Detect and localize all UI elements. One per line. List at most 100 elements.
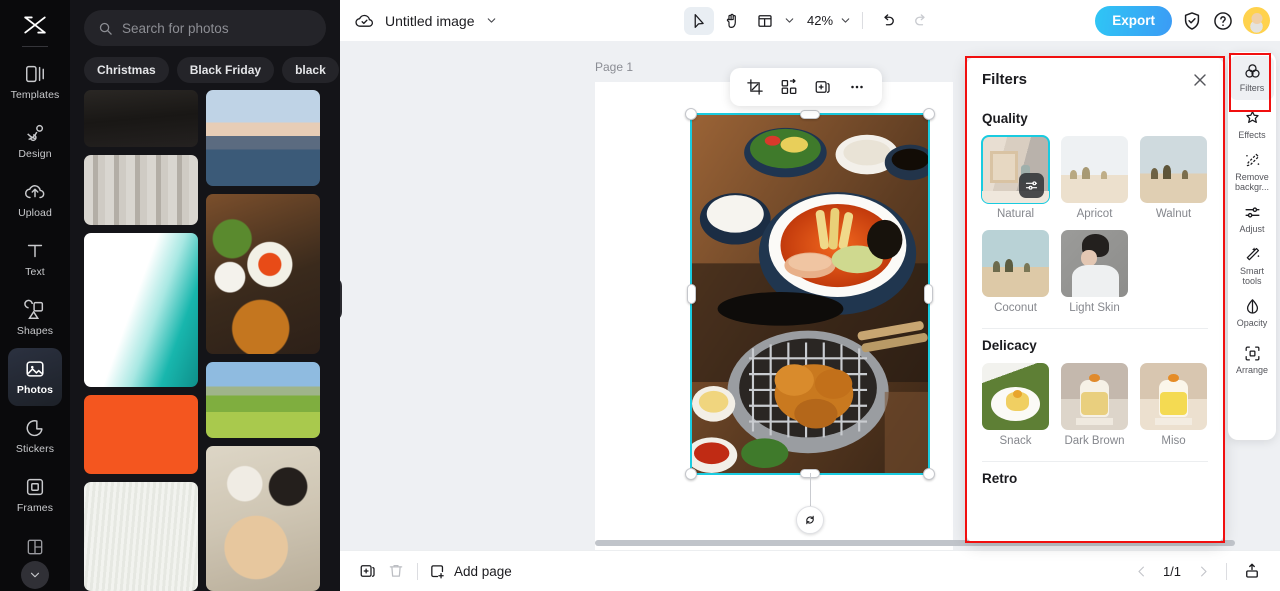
shield-check-icon[interactable]	[1181, 10, 1203, 32]
close-icon[interactable]	[1190, 70, 1210, 90]
right-rail-item-filters[interactable]: Filters	[1230, 56, 1274, 100]
topbar-left-group: Untitled image	[354, 10, 498, 31]
export-page-button[interactable]	[1238, 557, 1266, 585]
photo-thumb-city-skyline-water[interactable]	[206, 90, 320, 186]
add-page-button[interactable]: Add page	[429, 563, 512, 580]
sidebar-item-shapes[interactable]: Shapes	[8, 289, 62, 347]
filter-item-coconut[interactable]: Coconut	[982, 230, 1049, 314]
photo-thumb-green-meadow-valley[interactable]	[206, 362, 320, 439]
right-rail-label: Adjust	[1239, 224, 1265, 235]
filters-panel-body[interactable]: Quality Natural Apricot Walnut Coconut L…	[966, 102, 1224, 543]
right-rail-item-remove-background[interactable]: Remove backgr...	[1230, 150, 1274, 194]
collapse-panel-handle[interactable]	[340, 277, 342, 321]
resize-handle-left[interactable]	[687, 284, 696, 304]
filters-panel-header: Filters	[966, 57, 1224, 102]
expand-rail-button[interactable]	[21, 561, 49, 589]
chip-black[interactable]: black	[282, 57, 339, 83]
export-button[interactable]: Export	[1095, 5, 1172, 36]
layout-tool-button[interactable]	[750, 7, 780, 35]
filter-item-miso[interactable]: Miso	[1140, 363, 1207, 447]
layout-grid-icon[interactable]	[25, 537, 45, 557]
search-icon	[98, 21, 113, 36]
photo-thumb-dark-wood-texture[interactable]	[84, 90, 198, 148]
sidebar-item-design[interactable]: Design	[8, 112, 62, 170]
chip-christmas[interactable]: Christmas	[84, 57, 169, 83]
toolbar-divider	[862, 12, 864, 29]
filter-item-apricot[interactable]: Apricot	[1061, 136, 1128, 220]
question-circle-icon[interactable]	[1212, 10, 1234, 32]
photo-thumb-white-wood-texture[interactable]	[84, 482, 198, 591]
photo-thumb-orange-solid[interactable]	[84, 395, 198, 475]
right-rail-label: Smart tools	[1239, 266, 1264, 286]
right-rail-item-arrange[interactable]: Arrange	[1230, 338, 1274, 382]
delete-page-button[interactable]	[382, 557, 410, 585]
sidebar-item-photos[interactable]: Photos	[8, 348, 62, 406]
filter-item-snack[interactable]: Snack	[982, 363, 1049, 447]
magic-wand-icon	[1243, 245, 1262, 264]
filter-item-natural[interactable]: Natural	[981, 135, 1050, 220]
sidebar-item-label: Frames	[16, 502, 54, 515]
right-rail-item-opacity[interactable]: Opacity	[1230, 291, 1274, 335]
resize-handle-right[interactable]	[924, 284, 933, 304]
resize-handle-bottom-right[interactable]	[923, 468, 935, 480]
prev-page-button[interactable]	[1129, 559, 1153, 583]
ramen-meal-photo-on-canvas[interactable]	[692, 115, 928, 473]
search-box[interactable]	[84, 10, 326, 46]
sidebar-item-frames[interactable]: Frames	[8, 466, 62, 524]
search-suggestion-chips: Christmas Black Friday black	[70, 46, 340, 83]
resize-handle-top[interactable]	[800, 110, 820, 119]
adjust-sliders-icon[interactable]	[1019, 173, 1044, 198]
right-rail-item-effects[interactable]: Effects	[1230, 103, 1274, 147]
duplicate-page-icon	[359, 562, 377, 580]
replace-button[interactable]	[774, 72, 804, 102]
photo-thumb-ramen-meal-set[interactable]	[206, 193, 320, 355]
resize-handle-top-right[interactable]	[923, 108, 935, 120]
duplicate-page-button[interactable]	[354, 557, 382, 585]
resize-handle-bottom-left[interactable]	[685, 468, 697, 480]
sidebar-item-text[interactable]: Text	[8, 230, 62, 288]
filter-section-title-quality: Quality	[982, 111, 1028, 126]
right-rail-label: Remove backgr...	[1234, 172, 1270, 192]
redo-button[interactable]	[906, 7, 936, 35]
right-rail-item-adjust[interactable]: Adjust	[1230, 197, 1274, 241]
rotate-handle[interactable]	[796, 506, 824, 534]
zoom-level-value[interactable]: 42%	[799, 13, 836, 28]
add-page-label: Add page	[454, 563, 512, 579]
undo-button[interactable]	[873, 7, 903, 35]
user-avatar[interactable]	[1243, 7, 1270, 34]
document-title[interactable]: Untitled image	[385, 13, 475, 29]
more-button[interactable]	[842, 72, 872, 102]
filter-name: Walnut	[1155, 208, 1192, 220]
photo-thumb-pork-dish-plate[interactable]	[206, 446, 320, 591]
photo-thumb-stone-pillars[interactable]	[84, 155, 198, 225]
resize-handle-top-left[interactable]	[685, 108, 697, 120]
sidebar-item-stickers[interactable]: Stickers	[8, 407, 62, 465]
sidebar-item-label: Templates	[10, 89, 60, 102]
right-rail-item-smart-tools[interactable]: Smart tools	[1230, 244, 1274, 288]
bottom-toolbar: Add page 1/1	[340, 550, 1280, 591]
duplicate-button[interactable]	[808, 72, 838, 102]
topbar-right-group: Export	[1095, 5, 1270, 36]
photo-thumb-teal-abstract-waves[interactable]	[84, 232, 198, 388]
select-tool-button[interactable]	[683, 6, 714, 35]
filter-item-dark-brown[interactable]: Dark Brown	[1061, 363, 1128, 447]
next-page-button[interactable]	[1191, 559, 1215, 583]
filter-item-light-skin[interactable]: Light Skin	[1061, 230, 1128, 314]
capcut-logo[interactable]	[13, 8, 57, 42]
filter-grid-quality: Natural Apricot Walnut Coconut Light Ski…	[981, 135, 1208, 314]
search-input[interactable]	[122, 20, 312, 36]
rail-bottom-group	[0, 537, 70, 589]
zoom-chevron-down-icon[interactable]	[839, 14, 852, 27]
sidebar-item-upload[interactable]: Upload	[8, 171, 62, 229]
right-rail-label: Opacity	[1236, 318, 1268, 329]
layout-chevron-down-icon[interactable]	[783, 14, 796, 27]
crop-button[interactable]	[740, 72, 770, 102]
filter-item-walnut[interactable]: Walnut	[1140, 136, 1207, 220]
sidebar-item-templates[interactable]: Templates	[8, 53, 62, 111]
chevron-down-icon[interactable]	[485, 14, 498, 27]
remove-bg-icon	[1243, 151, 1262, 170]
hand-tool-button[interactable]	[717, 7, 747, 35]
sidebar-item-label: Design	[18, 148, 52, 161]
chip-black-friday[interactable]: Black Friday	[176, 57, 275, 83]
selected-image-frame[interactable]	[685, 108, 935, 534]
